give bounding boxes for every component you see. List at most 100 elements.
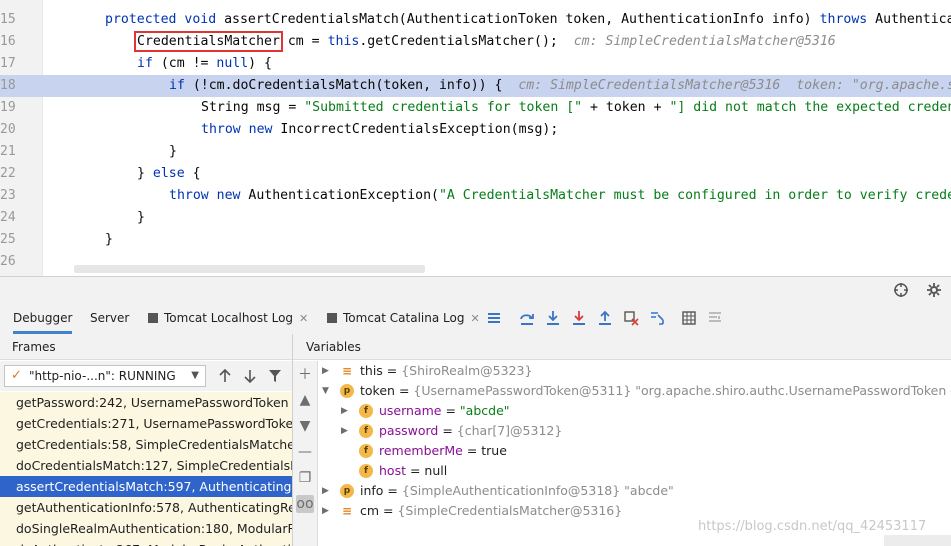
arrow-up-icon[interactable] <box>216 367 234 385</box>
add-watch-icon[interactable]: ＋ <box>296 365 314 383</box>
filter-icon[interactable] <box>266 367 284 385</box>
gear-icon[interactable] <box>926 282 942 298</box>
string-literal: "] did not match the expected credential… <box>669 100 951 115</box>
variable-row[interactable]: ▶ ≡ this = {ShiroRealm@5323} <box>318 361 951 381</box>
debug-tool-window-header <box>0 276 951 303</box>
line-number[interactable]: 26 <box>0 251 16 273</box>
line-number[interactable]: 21 <box>0 141 16 163</box>
line-number[interactable]: 24 <box>0 207 16 229</box>
code-line[interactable]: 23 throw new AuthenticationException("A C… <box>0 185 951 207</box>
step-into-icon[interactable] <box>544 309 562 327</box>
code-line[interactable]: 21} <box>0 141 951 163</box>
frame-row[interactable]: getCredentials:58, SimpleCredentialsMatc… <box>0 434 292 455</box>
code-text[interactable]: String msg = "Submitted credentials for … <box>201 97 951 119</box>
evaluate-expression-icon[interactable] <box>680 309 698 327</box>
close-icon[interactable]: ✕ <box>470 312 479 325</box>
code-token: cm = <box>279 34 328 49</box>
frame-row[interactable]: getCredentials:271, UsernamePasswordToke… <box>0 413 292 434</box>
variable-row[interactable]: ▶ ≡ cm = {SimpleCredentialsMatcher@5316} <box>318 501 951 521</box>
code-line[interactable]: 25} <box>0 229 951 251</box>
variable-name: cm <box>360 503 380 518</box>
code-text[interactable]: throw new IncorrectCredentialsException(… <box>201 119 558 141</box>
variable-row[interactable]: ▶ f username = "abcde" <box>318 401 951 421</box>
code-editor[interactable]: 15 protected void assertCredentialsMatch(… <box>0 0 951 276</box>
line-number[interactable]: 15 <box>0 9 16 31</box>
close-icon[interactable]: ✕ <box>299 312 308 325</box>
arrow-down-icon[interactable] <box>241 367 259 385</box>
tab-server[interactable]: Server <box>90 302 129 334</box>
code-text[interactable]: if (cm != null) { <box>137 53 272 75</box>
code-text[interactable]: } <box>105 229 113 251</box>
chevron-right-icon[interactable]: ▶ <box>322 501 332 521</box>
line-number[interactable]: 17 <box>0 53 16 75</box>
code-text[interactable]: if (!cm.doCredentialsMatch(token, info))… <box>169 75 951 97</box>
drop-frame-icon[interactable] <box>622 309 640 327</box>
variable-row[interactable]: ▶ f password = {char[7]@5312} <box>318 421 951 441</box>
code-line[interactable]: 15 protected void assertCredentialsMatch(… <box>0 9 951 31</box>
code-line[interactable]: 19 String msg = "Submitted credentials fo… <box>0 97 951 119</box>
tab-tomcat-localhost-log[interactable]: Tomcat Localhost Log ✕ <box>148 302 308 334</box>
code-text[interactable]: } else { <box>137 163 201 185</box>
tab-debugger[interactable]: Debugger <box>13 302 73 334</box>
line-number[interactable]: 23 <box>0 185 16 207</box>
code-text[interactable]: } <box>137 207 145 229</box>
line-number[interactable]: 19 <box>0 97 16 119</box>
code-text[interactable]: } <box>169 141 177 163</box>
force-step-into-icon[interactable] <box>570 309 588 327</box>
code-line[interactable]: 24} <box>0 207 951 229</box>
frame-row-selected[interactable]: assertCredentialsMatch:597, Authenticati… <box>0 476 292 497</box>
copy-icon[interactable]: ❐ <box>296 469 314 487</box>
step-out-icon[interactable] <box>596 309 614 327</box>
arrow-up-icon[interactable]: ▲ <box>296 391 314 409</box>
code-text[interactable]: protected void assertCredentialsMatch(Au… <box>105 9 951 31</box>
string-literal: "Submitted credentials for token [" <box>304 100 583 115</box>
line-number[interactable]: 22 <box>0 163 16 185</box>
step-over-icon[interactable] <box>518 309 536 327</box>
frame-row[interactable]: getPassword:242, UsernamePasswordToken (… <box>0 392 292 413</box>
code-line[interactable]: 17 if (cm != null) { <box>0 53 951 75</box>
frame-row[interactable]: doCredentialsMatch:127, SimpleCredential… <box>0 455 292 476</box>
line-number[interactable]: 20 <box>0 119 16 141</box>
run-to-cursor-icon[interactable] <box>648 309 666 327</box>
arrow-down-icon[interactable]: ▼ <box>296 417 314 435</box>
local-variable-icon: ≡ <box>341 504 353 518</box>
line-number[interactable]: 18 <box>0 75 16 97</box>
frame-row[interactable]: getAuthenticationInfo:578, Authenticatin… <box>0 497 292 518</box>
code-text[interactable]: throw new AuthenticationException("A Cre… <box>169 185 951 207</box>
code-token: + token + <box>582 100 670 115</box>
chevron-right-icon[interactable]: ▶ <box>322 481 332 501</box>
line-number[interactable]: 25 <box>0 229 16 251</box>
thread-selector[interactable]: ✓ "http-nio-...n": RUNNING ▼ <box>4 365 206 387</box>
variable-row[interactable]: ▼ p token = {UsernamePasswordToken@5311} "… <box>318 381 951 401</box>
glasses-icon[interactable]: oo <box>296 495 314 513</box>
variable-row[interactable]: ▶ p info = {SimpleAuthenticationInfo@5318}… <box>318 481 951 501</box>
inline-debug-value: cm: SimpleCredentialsMatcher@5316 token:… <box>518 78 951 93</box>
horizontal-scrollbar[interactable] <box>74 265 425 273</box>
code-token: } <box>105 232 113 247</box>
variable-row[interactable]: f host = null <box>318 461 951 481</box>
frame-row[interactable]: doAuthenticate:267, ModularRealmAuthenti… <box>0 539 292 546</box>
code-line[interactable]: 22 } else { <box>0 163 951 185</box>
chevron-right-icon[interactable]: ▶ <box>341 401 351 421</box>
highlighted-type-name: CredentialsMatcher <box>134 31 283 52</box>
code-line[interactable]: 16 CredentialsMatcher cm = this.getCreden… <box>0 31 951 53</box>
trace-icon[interactable] <box>706 309 724 327</box>
minus-icon[interactable]: — <box>296 443 314 461</box>
frame-row[interactable]: doSingleRealmAuthentication:180, Modular… <box>0 518 292 539</box>
keyword-token: null <box>216 56 249 71</box>
menu-lines-icon[interactable] <box>485 309 503 327</box>
current-execution-line[interactable]: 18 if (!cm.doCredentialsMatch(token, info… <box>0 75 951 97</box>
crosshair-icon[interactable] <box>893 282 909 298</box>
tab-tomcat-catalina-log[interactable]: Tomcat Catalina Log ✕ <box>327 302 480 334</box>
variable-value: {UsernamePasswordToken@5311} "org.apache… <box>413 383 951 398</box>
code-line[interactable]: 20 throw new IncorrectCredentialsExceptio… <box>0 119 951 141</box>
frame-method: doCredentialsMatch:127, SimpleCredential… <box>16 458 292 473</box>
line-number[interactable]: 16 <box>0 31 16 53</box>
variable-row[interactable]: f rememberMe = true <box>318 441 951 461</box>
frames-list[interactable]: getPassword:242, UsernamePasswordToken (… <box>0 392 292 546</box>
chevron-right-icon[interactable]: ▶ <box>322 361 332 381</box>
chevron-right-icon[interactable]: ▶ <box>341 421 351 441</box>
code-text[interactable]: CredentialsMatcher cm = this.getCredenti… <box>134 31 836 53</box>
chevron-down-icon[interactable]: ▼ <box>322 381 332 401</box>
frame-method: doAuthenticate:267, ModularRealmAuthenti… <box>16 542 292 546</box>
